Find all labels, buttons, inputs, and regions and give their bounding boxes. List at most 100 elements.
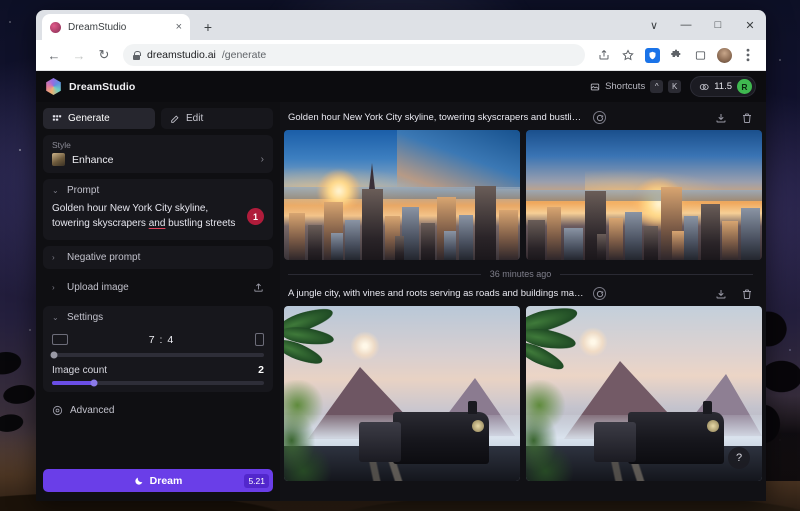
- generated-image-nyc-1[interactable]: [284, 130, 520, 260]
- browser-tab-dreamstudio[interactable]: DreamStudio ×: [42, 14, 190, 40]
- negative-prompt-label: Negative prompt: [67, 252, 140, 263]
- sidebar: Generate Edit Style Enhance ›: [36, 102, 280, 501]
- style-selector[interactable]: Style Enhance ›: [43, 135, 273, 173]
- generated-image-nyc-2[interactable]: [526, 130, 762, 260]
- app-header: DreamStudio Shortcuts ^ K 11.5 R: [36, 71, 766, 102]
- prompt-input[interactable]: Golden hour New York City skyline, tower…: [52, 202, 239, 231]
- tab-edit[interactable]: Edit: [161, 108, 273, 129]
- advanced-row[interactable]: Advanced: [43, 398, 273, 423]
- grid-icon: [51, 113, 62, 124]
- result-header: A jungle city, with vines and roots serv…: [284, 284, 757, 306]
- tab-edit-label: Edit: [186, 113, 203, 124]
- shortcuts-button[interactable]: Shortcuts ^ K: [589, 80, 681, 93]
- prompt-section: ⌄ Prompt Golden hour New York City skyli…: [43, 179, 273, 240]
- reload-icon[interactable]: ↻: [93, 44, 115, 66]
- settings-section: ⌄ Settings 7 : 4 Image count 2: [43, 306, 273, 392]
- shortcuts-icon: [589, 81, 600, 92]
- address-bar[interactable]: dreamstudio.ai/generate: [123, 44, 585, 66]
- dream-cost-badge: 5.21: [244, 474, 269, 488]
- url-domain: dreamstudio.ai: [147, 49, 216, 61]
- timestamp-divider: 36 minutes ago: [284, 263, 757, 284]
- generated-image-jungle-2[interactable]: ?: [526, 306, 762, 481]
- download-icon[interactable]: [714, 287, 727, 300]
- dream-button[interactable]: Dream 5.21: [43, 469, 273, 492]
- style-thumbnail-icon: [52, 153, 65, 166]
- image-count-slider[interactable]: [52, 381, 264, 385]
- result-images: ?: [284, 306, 757, 481]
- trash-icon[interactable]: [740, 111, 753, 124]
- result-group-2: A jungle city, with vines and roots serv…: [284, 284, 757, 481]
- url-path: /generate: [222, 49, 266, 61]
- close-icon[interactable]: ×: [176, 22, 182, 33]
- key-letter: K: [668, 80, 681, 93]
- dreamstudio-app: DreamStudio Shortcuts ^ K 11.5 R: [36, 71, 766, 501]
- browser-tab-strip: DreamStudio × + ∨ — □ ✕: [36, 10, 766, 40]
- result-timestamp: 36 minutes ago: [490, 269, 552, 279]
- credits-value: 11.5: [714, 81, 732, 92]
- reuse-prompt-icon[interactable]: [593, 111, 606, 124]
- app-body: Generate Edit Style Enhance ›: [36, 102, 766, 501]
- download-icon[interactable]: [714, 111, 727, 124]
- header-right: Shortcuts ^ K 11.5 R: [589, 76, 756, 97]
- side-panel-icon[interactable]: [689, 44, 711, 66]
- generated-image-jungle-1[interactable]: [284, 306, 520, 481]
- dream-button-wrap: Dream 5.21: [43, 469, 273, 501]
- minimize-icon[interactable]: —: [670, 10, 702, 40]
- credits-badge[interactable]: 11.5 R: [690, 76, 756, 97]
- share-icon[interactable]: [593, 44, 615, 66]
- user-avatar[interactable]: R: [737, 79, 752, 94]
- lock-icon: [132, 51, 141, 60]
- tab-generate[interactable]: Generate: [43, 108, 155, 129]
- chevron-right-icon: ›: [52, 283, 60, 292]
- puzzle-extensions-icon[interactable]: [665, 44, 687, 66]
- settings-sliders-icon: [52, 405, 63, 416]
- maximize-icon[interactable]: □: [702, 10, 734, 40]
- result-images: [284, 130, 757, 260]
- profile-avatar-icon[interactable]: [713, 44, 735, 66]
- dreamstudio-logo-icon: [45, 78, 62, 95]
- chevron-down-icon[interactable]: ∨: [638, 10, 670, 40]
- browser-window: DreamStudio × + ∨ — □ ✕ ← → ↻ dreamstudi…: [36, 10, 766, 501]
- slider-fill: [52, 381, 94, 385]
- upload-icon[interactable]: [253, 282, 264, 293]
- prompt-text-underlined: and: [149, 218, 166, 229]
- prompt-badge[interactable]: 1: [247, 208, 264, 225]
- slider-thumb[interactable]: [51, 352, 58, 359]
- image-count-value: 2: [258, 364, 264, 376]
- window-controls: ∨ — □ ✕: [638, 10, 766, 40]
- dream-button-label: Dream: [150, 475, 183, 487]
- dreamstudio-favicon-icon: [50, 22, 61, 33]
- negative-prompt-header[interactable]: › Negative prompt: [43, 246, 273, 269]
- results-area: Golden hour New York City skyline, tower…: [280, 102, 766, 501]
- landscape-icon: [52, 334, 68, 345]
- back-icon[interactable]: ←: [43, 44, 65, 66]
- image-count-label: Image count: [52, 365, 107, 376]
- portrait-icon: [255, 333, 264, 346]
- browser-toolbar: ← → ↻ dreamstudio.ai/generate: [36, 40, 766, 71]
- credits-coin-icon: [698, 81, 709, 92]
- result-group-1: Golden hour New York City skyline, tower…: [284, 108, 757, 260]
- app-brand[interactable]: DreamStudio: [45, 78, 135, 95]
- slider-thumb[interactable]: [91, 380, 98, 387]
- help-button[interactable]: ?: [728, 447, 750, 469]
- new-tab-button[interactable]: +: [197, 16, 219, 38]
- app-title: DreamStudio: [69, 81, 135, 93]
- settings-header[interactable]: ⌄ Settings: [43, 306, 273, 329]
- reuse-prompt-icon[interactable]: [593, 287, 606, 300]
- prompt-text-after: bustling streets: [165, 218, 235, 229]
- negative-prompt-section[interactable]: › Negative prompt: [43, 246, 273, 269]
- shortcuts-label: Shortcuts: [605, 81, 645, 92]
- result-header: Golden hour New York City skyline, tower…: [284, 108, 757, 130]
- prompt-header[interactable]: ⌄ Prompt: [43, 179, 273, 202]
- three-dot-menu-icon[interactable]: [737, 44, 759, 66]
- aspect-ratio-slider[interactable]: [52, 353, 264, 357]
- prompt-label: Prompt: [67, 185, 99, 196]
- tab-title: DreamStudio: [68, 22, 169, 33]
- bookmark-star-icon[interactable]: [617, 44, 639, 66]
- window-close-icon[interactable]: ✕: [734, 10, 766, 40]
- trash-icon[interactable]: [740, 287, 753, 300]
- upload-image-row[interactable]: › Upload image: [43, 275, 273, 300]
- shield-extension-icon[interactable]: [641, 44, 663, 66]
- result-prompt-title: A jungle city, with vines and roots serv…: [288, 288, 584, 299]
- forward-icon[interactable]: →: [68, 44, 90, 66]
